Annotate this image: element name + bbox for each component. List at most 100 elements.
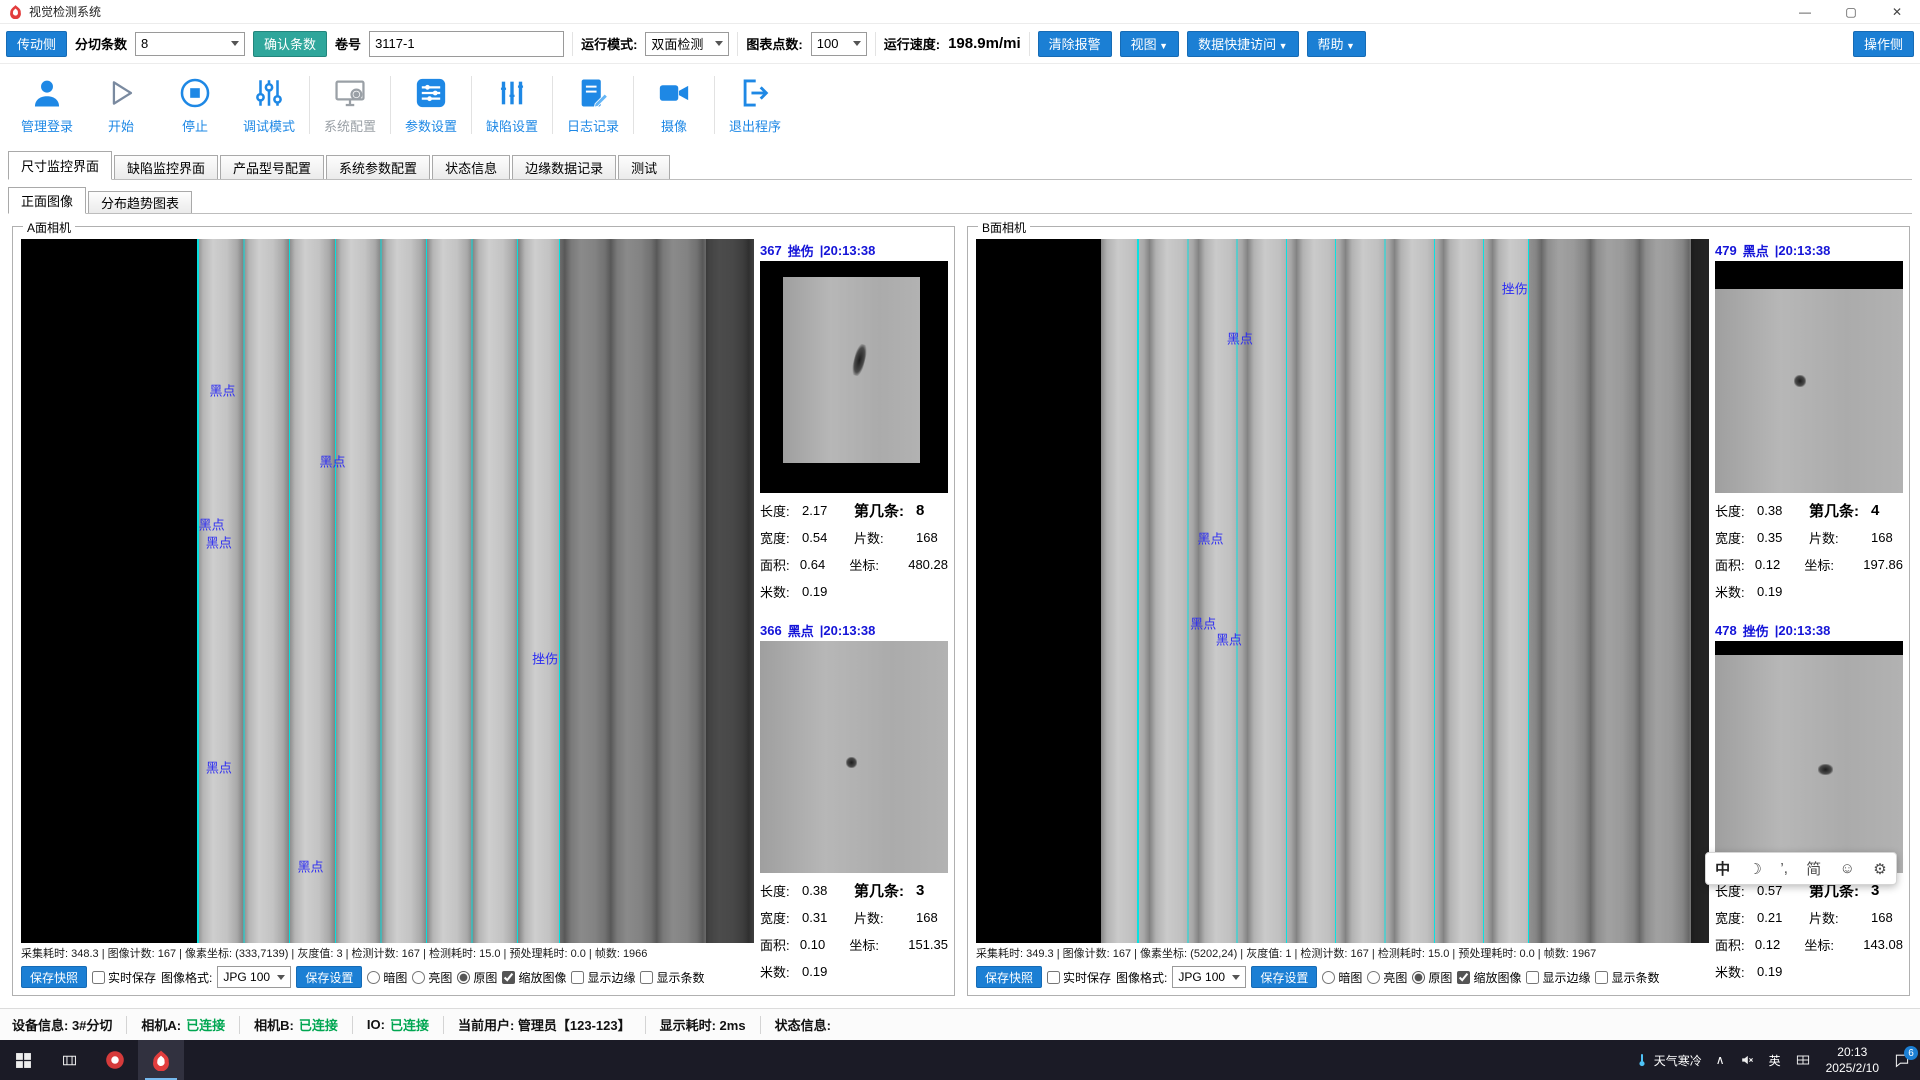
realtime-save-checkbox[interactable]: 实时保存	[92, 969, 156, 986]
ime-toolbar: 中 ☽ ’, 简 ☺ ⚙	[1705, 852, 1897, 885]
tab-system-param-config[interactable]: 系统参数配置	[326, 155, 430, 179]
zoom-image-checkbox[interactable]: 缩放图像	[1457, 969, 1521, 986]
subtab-distribution-chart[interactable]: 分布趋势图表	[88, 191, 192, 213]
stat-value: 143.08	[1863, 937, 1903, 952]
moon-fullwidth-icon[interactable]: ☽	[1749, 860, 1762, 878]
touch-keyboard-icon[interactable]	[1788, 1040, 1818, 1080]
defect-card[interactable]: 478 挫伤 |20:13:38 长度:0.57第几条:3宽度:0.21片数:1…	[1715, 619, 1903, 991]
log-record-button[interactable]: 日志记录	[556, 76, 630, 135]
stop-button[interactable]: 停止	[158, 76, 232, 135]
exit-program-button[interactable]: 退出程序	[718, 76, 792, 135]
show-strip-count-checkbox[interactable]: 显示条数	[1595, 969, 1659, 986]
stat-row: 面积:0.10坐标:151.35	[760, 931, 948, 958]
defect-type: 黑点	[1743, 241, 1769, 260]
confirm-count-button[interactable]: 确认条数	[253, 31, 327, 57]
ime-language-indicator[interactable]: 英	[1762, 1040, 1788, 1080]
start-button[interactable]: 开始	[84, 76, 158, 135]
image-format-select[interactable]: JPG 100	[217, 966, 291, 988]
bright-image-radio[interactable]: 亮图	[1367, 969, 1407, 986]
admin-login-button[interactable]: 管理登录	[10, 76, 84, 135]
taskbar-app-browser[interactable]	[92, 1040, 138, 1080]
slit-count-label: 分切条数	[75, 34, 127, 53]
clear-alarm-button[interactable]: 清除报警	[1038, 31, 1112, 57]
taskbar-app-vision-system[interactable]	[138, 1040, 184, 1080]
run-mode-select[interactable]: 双面检测	[645, 32, 729, 56]
defect-stats: 长度:0.38第几条:4宽度:0.35片数:168面积:0.12坐标:197.8…	[1715, 493, 1903, 605]
dark-image-radio[interactable]: 暗图	[367, 969, 407, 986]
save-snapshot-button[interactable]: 保存快照	[21, 966, 87, 988]
vision-system-app-icon	[150, 1049, 172, 1071]
tab-product-model-config[interactable]: 产品型号配置	[220, 155, 324, 179]
tray-expand-chevron[interactable]: ∧	[1709, 1040, 1732, 1080]
defect-card-header: 479 黑点 |20:13:38	[1715, 239, 1903, 261]
stat-value: 长度:	[760, 501, 802, 520]
defect-annotation: 黑点	[206, 758, 232, 777]
slit-boundary-lines	[1137, 239, 1529, 943]
defect-annotation: 黑点	[320, 451, 346, 470]
start-button[interactable]	[0, 1040, 46, 1080]
camera-capture-button[interactable]: 摄像	[637, 76, 711, 135]
camera-b-status: 已连接	[299, 1015, 338, 1034]
show-edges-checkbox[interactable]: 显示边缘	[571, 969, 635, 986]
view-menu-button[interactable]: 视图	[1120, 31, 1179, 57]
realtime-save-input[interactable]	[1047, 971, 1060, 984]
emoji-icon[interactable]: ☺	[1840, 860, 1855, 877]
bright-image-radio[interactable]: 亮图	[412, 969, 452, 986]
save-settings-button[interactable]: 保存设置	[1251, 966, 1317, 988]
defect-id: 478	[1715, 623, 1737, 638]
realtime-save-checkbox[interactable]: 实时保存	[1047, 969, 1111, 986]
maximize-button[interactable]: ▢	[1828, 0, 1874, 23]
stat-value: 宽度:	[1715, 908, 1757, 927]
ime-mode-indicator[interactable]: 中	[1715, 858, 1730, 879]
debug-mode-button[interactable]: 调试模式	[232, 76, 306, 135]
volume-muted-icon[interactable]	[1732, 1040, 1762, 1080]
camera-b-acquisition-stats: 采集耗时: 349.3 | 图像计数: 167 | 像素坐标: (5202,24…	[976, 945, 1709, 963]
slit-count-select[interactable]: 8	[135, 32, 245, 56]
defect-card[interactable]: 367 挫伤 |20:13:38 长度:2.17第几条:8宽度:0.54片数:1…	[760, 239, 948, 611]
stat-value: 168	[1871, 530, 1903, 545]
stat-value: 0.19	[1757, 964, 1809, 979]
dark-image-radio[interactable]: 暗图	[1322, 969, 1362, 986]
weather-indicator[interactable]: 天气寒冷	[1627, 1040, 1709, 1080]
minimize-button[interactable]: —	[1782, 0, 1828, 23]
defect-card[interactable]: 366 黑点 |20:13:38 长度:0.38第几条:3宽度:0.31片数:1…	[760, 619, 948, 991]
show-strip-count-checkbox[interactable]: 显示条数	[640, 969, 704, 986]
param-settings-button[interactable]: 参数设置	[394, 76, 468, 135]
system-config-button[interactable]: 系统配置	[313, 76, 387, 135]
realtime-save-input[interactable]	[92, 971, 105, 984]
defect-settings-button[interactable]: 缺陷设置	[475, 76, 549, 135]
defect-card[interactable]: 479 黑点 |20:13:38 长度:0.38第几条:4宽度:0.35片数:1…	[1715, 239, 1903, 611]
defect-time: |20:13:38	[820, 623, 876, 638]
original-image-radio[interactable]: 原图	[1412, 969, 1452, 986]
log-document-icon	[576, 76, 610, 110]
data-shortcut-menu-button[interactable]: 数据快捷访问	[1187, 31, 1298, 57]
stat-row: 宽度:0.35片数:168	[1715, 524, 1903, 551]
subtab-front-image[interactable]: 正面图像	[8, 187, 86, 214]
close-button[interactable]: ✕	[1874, 0, 1920, 23]
task-view-button[interactable]	[46, 1040, 92, 1080]
tab-size-monitor[interactable]: 尺寸监控界面	[8, 151, 112, 180]
operate-side-button[interactable]: 操作侧	[1853, 31, 1914, 57]
show-edges-checkbox[interactable]: 显示边缘	[1526, 969, 1590, 986]
simplified-chinese-toggle[interactable]: 简	[1806, 858, 1821, 879]
help-menu-button[interactable]: 帮助	[1307, 31, 1366, 57]
tab-test[interactable]: 测试	[618, 155, 670, 179]
roll-number-input[interactable]	[369, 31, 564, 57]
tab-edge-data-record[interactable]: 边缘数据记录	[512, 155, 616, 179]
save-snapshot-button[interactable]: 保存快照	[976, 966, 1042, 988]
save-settings-button[interactable]: 保存设置	[296, 966, 362, 988]
drive-side-button[interactable]: 传动侧	[6, 31, 67, 57]
tab-defect-monitor[interactable]: 缺陷监控界面	[114, 155, 218, 179]
run-speed-label: 运行速度:	[884, 34, 940, 53]
image-format-select[interactable]: JPG 100	[1172, 966, 1246, 988]
clock[interactable]: 20:13 2025/2/10	[1818, 1044, 1887, 1076]
zoom-image-checkbox[interactable]: 缩放图像	[502, 969, 566, 986]
shade-layer	[1529, 239, 1709, 943]
original-image-radio[interactable]: 原图	[457, 969, 497, 986]
main-tabstrip: 尺寸监控界面 缺陷监控界面 产品型号配置 系统参数配置 状态信息 边缘数据记录 …	[8, 150, 1912, 180]
punctuation-toggle-icon[interactable]: ’,	[1780, 860, 1788, 877]
ime-toolbox-icon[interactable]: ⚙	[1873, 860, 1886, 878]
chart-points-select[interactable]: 100	[811, 32, 867, 56]
action-center-button[interactable]: 6	[1887, 1040, 1920, 1080]
tab-status-info[interactable]: 状态信息	[432, 155, 510, 179]
